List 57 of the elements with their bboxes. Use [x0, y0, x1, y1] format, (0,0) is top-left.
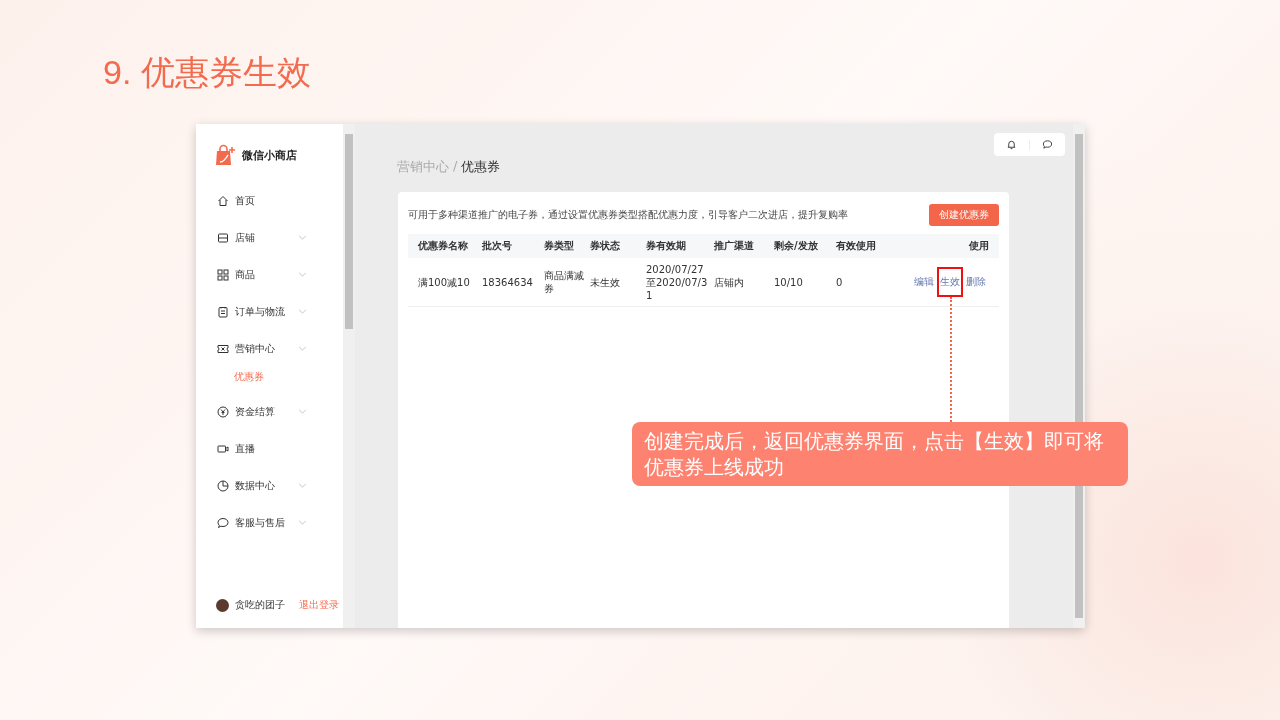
nav-item[interactable]: 营销中心 [196, 330, 343, 367]
nav-item[interactable]: 数据中心 [196, 467, 343, 504]
nav-item[interactable]: 首页 [196, 182, 343, 219]
table-action-link[interactable]: 生效 [937, 267, 963, 297]
chevron-down-icon [298, 483, 307, 488]
column-header: 批次号 [482, 239, 513, 253]
order-icon [217, 305, 229, 318]
chevron-down-icon [298, 272, 307, 277]
column-header: 券状态 [590, 239, 621, 253]
shop-icon [217, 231, 229, 244]
table-cell-text: 10/10 [774, 275, 804, 289]
nav-item[interactable]: 店铺 [196, 219, 343, 256]
grid-icon [217, 268, 229, 281]
chat-icon[interactable] [1042, 139, 1053, 150]
table-cell-text: 店铺内 [714, 275, 745, 289]
table-cell-text: 0 [836, 275, 844, 289]
home-icon [217, 194, 229, 207]
table-cell-text: 未生效 [590, 275, 621, 289]
slide-title: 9. 优惠券生效 [103, 52, 311, 93]
breadcrumb-separator: / [453, 158, 458, 175]
video-icon [217, 442, 229, 455]
breadcrumb-item: 优惠券 [461, 158, 501, 176]
nav-item[interactable]: 订单与物流 [196, 293, 343, 330]
chart-icon [217, 479, 229, 492]
nav-item[interactable]: 客服与售后 [196, 504, 343, 541]
column-header: 券类型 [544, 239, 575, 253]
column-header: 有效使用 [836, 239, 877, 253]
column-header: 优惠券名称 [418, 239, 469, 253]
chevron-down-icon [298, 309, 307, 314]
callout-text: 创建完成后，返回优惠券界面，点击【生效】即可将优惠券上线成功 [632, 422, 1128, 486]
description-text: 可用于多种渠道推广的电子券，通过设置优惠券类型搭配优惠力度，引导客户二次进店，提升复购率 [408, 208, 848, 222]
yen-icon [217, 405, 229, 418]
user-name: 贪吃的团子 [235, 598, 285, 612]
ticket-icon [217, 342, 229, 355]
nav-item[interactable]: 直播 [196, 430, 343, 467]
table-action-link[interactable]: 删除 [963, 267, 989, 297]
chevron-down-icon [298, 409, 307, 414]
column-header: 推广渠道 [714, 239, 755, 253]
shopping-bag-icon [214, 144, 236, 166]
table-cell-text: 18364634 [482, 275, 534, 289]
table-action-link[interactable]: 编辑 [911, 267, 937, 297]
table-cell-text: 2020/07/27至2020/07/31 [646, 262, 709, 302]
nav-item[interactable]: 资金结算 [196, 393, 343, 430]
chevron-down-icon [298, 346, 307, 351]
scrollbar[interactable] [343, 124, 355, 628]
nav-item[interactable]: 商品 [196, 256, 343, 293]
brand-name: 微信小商店 [242, 147, 297, 163]
column-header: 使用 [968, 239, 989, 253]
chevron-down-icon [298, 520, 307, 525]
column-header: 券有效期 [646, 239, 687, 253]
bell-icon[interactable] [1006, 139, 1017, 150]
chat-icon [217, 516, 229, 529]
column-header: 剩余/发放 [774, 239, 819, 253]
table-cell-text: 满100减10 [418, 275, 471, 289]
chevron-down-icon [298, 235, 307, 240]
table-cell-text: 商品满减券 [544, 269, 585, 295]
avatar [216, 598, 229, 612]
